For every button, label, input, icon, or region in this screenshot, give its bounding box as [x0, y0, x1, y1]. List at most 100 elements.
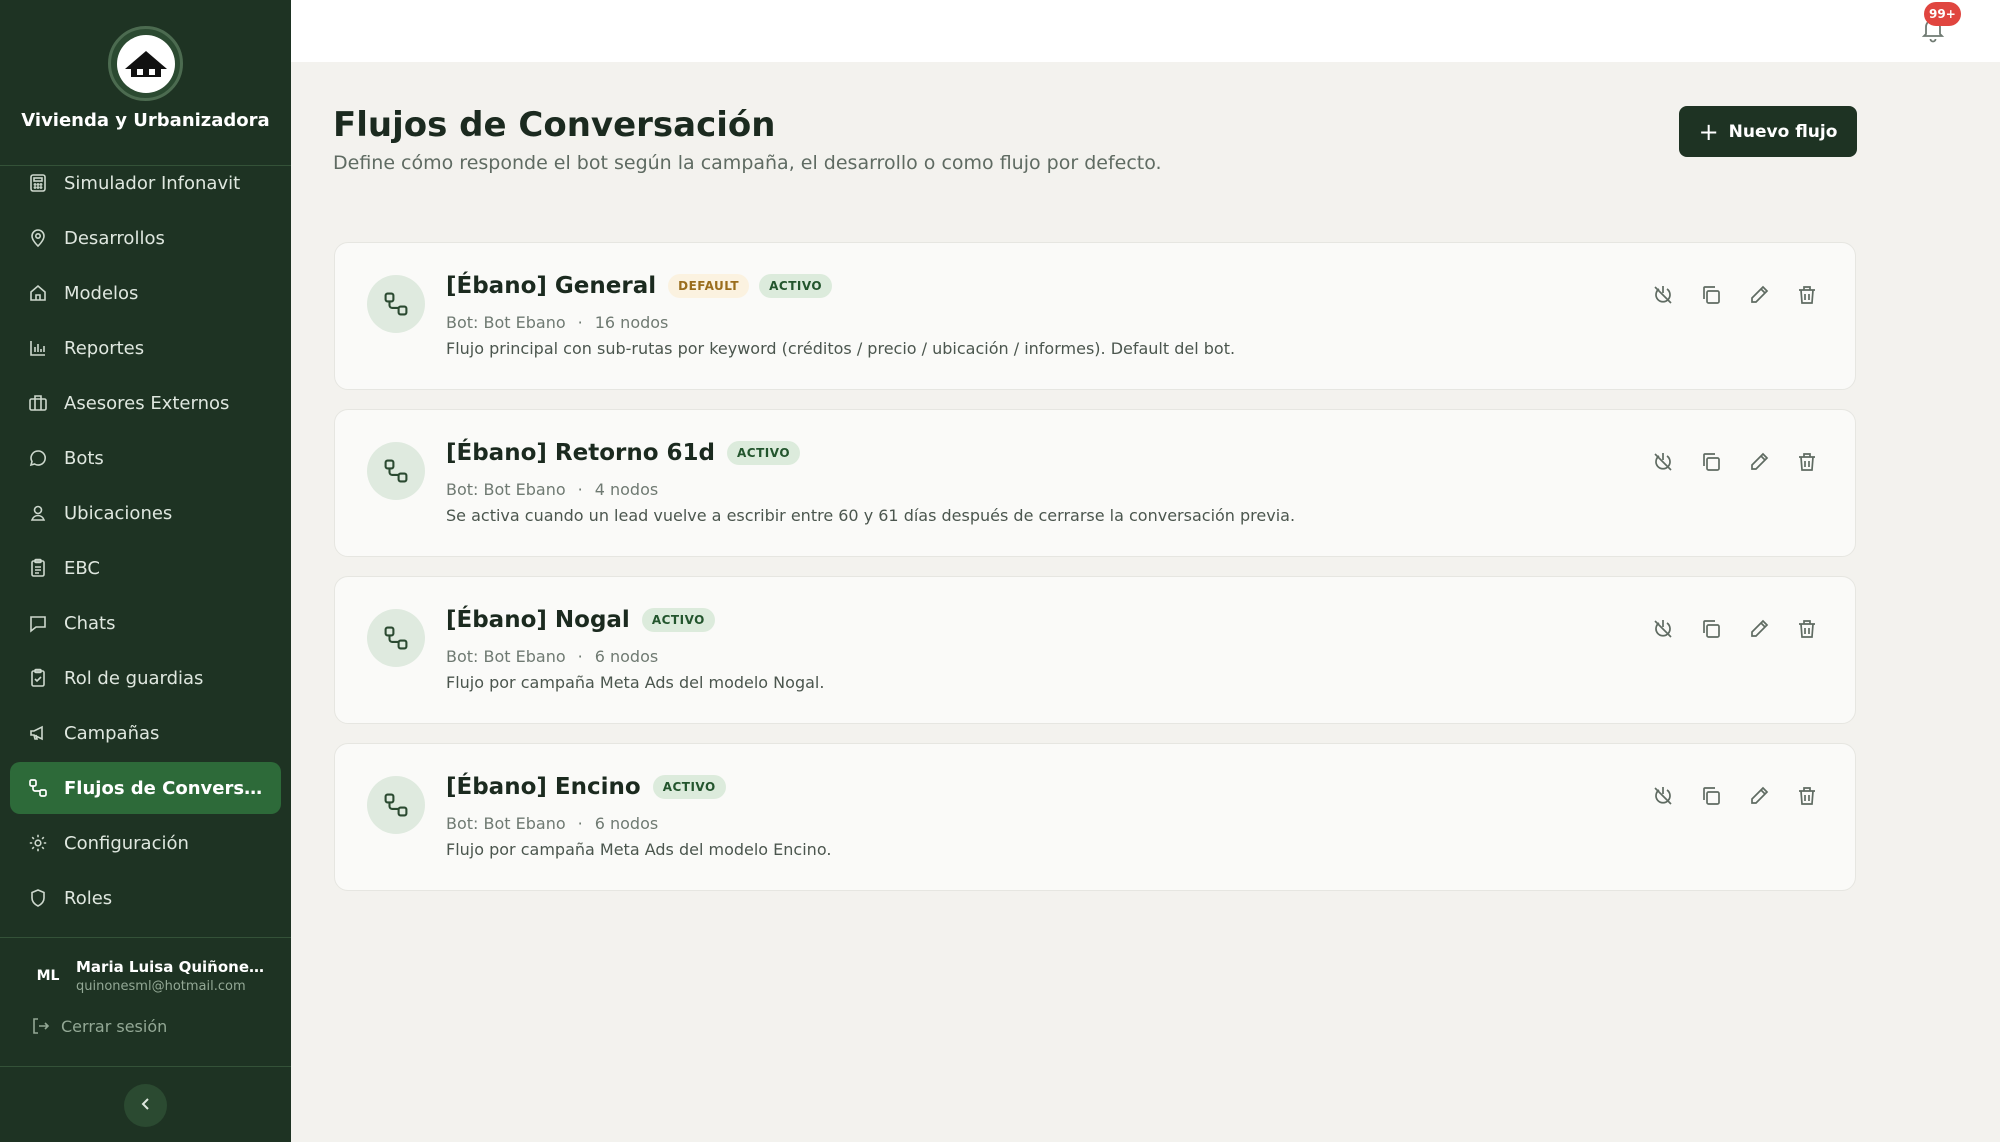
edit-button[interactable] [1745, 283, 1773, 311]
map-pin-icon [27, 227, 49, 249]
chat-bubble-icon [27, 447, 49, 469]
copy-icon [1700, 785, 1722, 811]
clipboard-check-icon [27, 667, 49, 689]
deactivate-button[interactable] [1649, 784, 1677, 812]
deactivate-button[interactable] [1649, 283, 1677, 311]
plus-icon: + [1698, 117, 1719, 146]
pencil-icon [1748, 451, 1770, 477]
logout-label: Cerrar sesión [61, 1016, 168, 1036]
duplicate-button[interactable] [1697, 283, 1725, 311]
sidebar-item-label: Rol de guardias [64, 667, 204, 689]
sidebar-item-reportes[interactable]: Reportes [10, 322, 281, 374]
shield-icon [27, 887, 49, 909]
logout-button[interactable]: Cerrar sesión [30, 1016, 167, 1036]
sidebar-item-chats[interactable]: Chats [10, 597, 281, 649]
sidebar-item-ubicaciones[interactable]: Ubicaciones [10, 487, 281, 539]
sidebar-item-label: Bots [64, 447, 104, 469]
flow-title: [Ébano] General [446, 273, 657, 299]
sidebar-item-ebc[interactable]: EBC [10, 542, 281, 594]
avatar: ML [36, 968, 60, 984]
power-off-icon [1652, 785, 1674, 811]
trash-icon [1796, 785, 1818, 811]
delete-button[interactable] [1793, 784, 1821, 812]
duplicate-button[interactable] [1697, 450, 1725, 478]
sidebar: Vivienda y Urbanizadora Simulador Infona… [0, 0, 291, 1142]
meta-separator: · [577, 480, 583, 499]
sidebar-item-roles[interactable]: Roles [10, 872, 281, 924]
duplicate-button[interactable] [1697, 617, 1725, 645]
sidebar-item-asesores-externos[interactable]: Asesores Externos [10, 377, 281, 429]
flow-title: [Ébano] Encino [446, 774, 641, 800]
user-pin-icon [27, 502, 49, 524]
sidebar-item-rol-de-guardias[interactable]: Rol de guardias [10, 652, 281, 704]
sidebar-item-label: EBC [64, 557, 100, 579]
sidebar-item-label: Asesores Externos [64, 392, 230, 414]
delete-button[interactable] [1793, 283, 1821, 311]
top-bar [291, 0, 2000, 62]
new-flow-label: Nuevo flujo [1728, 121, 1838, 142]
calculator-icon [27, 172, 49, 194]
status-badge: ACTIVO [759, 274, 833, 298]
flow-nodes: 6 nodos [594, 814, 659, 833]
sidebar-item-bots[interactable]: Bots [10, 432, 281, 484]
edit-button[interactable] [1745, 784, 1773, 812]
trash-icon [1796, 451, 1818, 477]
sidebar-item-desarrollos[interactable]: Desarrollos [10, 212, 281, 264]
duplicate-button[interactable] [1697, 784, 1725, 812]
flow-description: Flujo por campaña Meta Ads del modelo No… [446, 673, 825, 692]
meta-separator: · [577, 647, 583, 666]
sidebar-item-configuracion[interactable]: Configuración [10, 817, 281, 869]
bell-icon [1918, 19, 1948, 48]
flow-card[interactable]: [Ébano] General DEFAULT ACTIVO Bot: Bot … [334, 242, 1856, 390]
default-badge: DEFAULT [668, 274, 750, 298]
sidebar-item-campanas[interactable]: Campañas [10, 707, 281, 759]
building-icon [27, 392, 49, 414]
meta-separator: · [577, 313, 583, 332]
sidebar-item-flujos-de-conversacion[interactable]: Flujos de Conversaci... [10, 762, 281, 814]
collapse-sidebar-button[interactable] [124, 1084, 167, 1127]
flow-nodes: 6 nodos [594, 647, 659, 666]
edit-button[interactable] [1745, 450, 1773, 478]
flow-actions [1649, 450, 1841, 478]
flow-icon [367, 442, 425, 500]
bar-chart-icon [27, 337, 49, 359]
flow-title: [Ébano] Retorno 61d [446, 440, 716, 466]
flow-icon [367, 609, 425, 667]
delete-button[interactable] [1793, 617, 1821, 645]
flow-bot: Bot: Bot Ebano [446, 313, 566, 332]
sidebar-item-label: Campañas [64, 722, 160, 744]
deactivate-button[interactable] [1649, 450, 1677, 478]
sidebar-item-label: Ubicaciones [64, 502, 173, 524]
power-off-icon [1652, 618, 1674, 644]
pencil-icon [1748, 284, 1770, 310]
deactivate-button[interactable] [1649, 617, 1677, 645]
edit-button[interactable] [1745, 617, 1773, 645]
user-email: quinonesml@hotmail.com [76, 979, 246, 994]
new-flow-button[interactable]: + Nuevo flujo [1679, 106, 1857, 157]
flow-bot: Bot: Bot Ebano [446, 647, 566, 666]
sidebar-item-simulador-infonavit[interactable]: Simulador Infonavit [10, 157, 281, 209]
brand-name: Vivienda y Urbanizadora [21, 110, 270, 131]
sidebar-nav: Simulador Infonavit Desarrollos Modelos … [10, 157, 281, 927]
flow-card[interactable]: [Ébano] Encino ACTIVO Bot: Bot Ebano · 6 n… [334, 743, 1856, 891]
home-icon [27, 282, 49, 304]
sidebar-divider [0, 937, 291, 938]
delete-button[interactable] [1793, 450, 1821, 478]
copy-icon [1700, 618, 1722, 644]
sidebar-item-label: Simulador Infonavit [64, 172, 241, 194]
flow-icon [367, 776, 425, 834]
flow-description: Flujo por campaña Meta Ads del modelo En… [446, 840, 832, 859]
notification-badge: 99+ [1924, 2, 1961, 26]
flow-card[interactable]: [Ébano] Nogal ACTIVO Bot: Bot Ebano · 6 no… [334, 576, 1856, 724]
flow-card[interactable]: [Ébano] Retorno 61d ACTIVO Bot: Bot Eban… [334, 409, 1856, 557]
sidebar-item-label: Roles [64, 887, 113, 909]
sidebar-item-label: Reportes [64, 337, 145, 359]
megaphone-icon [27, 722, 49, 744]
flow-icon [27, 777, 49, 799]
trash-icon [1796, 618, 1818, 644]
sidebar-item-modelos[interactable]: Modelos [10, 267, 281, 319]
clipboard-icon [27, 557, 49, 579]
status-badge: ACTIVO [727, 441, 801, 465]
gear-icon [27, 832, 49, 854]
sidebar-item-label: Desarrollos [64, 227, 165, 249]
